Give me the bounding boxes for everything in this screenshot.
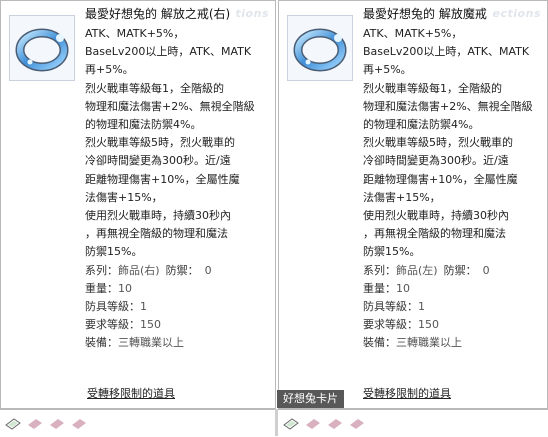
stat-value: 0 xyxy=(204,263,212,277)
stat-required-level: 要求等級：150 xyxy=(363,316,541,334)
description-line: 再+5%。 xyxy=(85,63,134,77)
description-line: 使用烈火戰車時，持續30秒內 xyxy=(85,209,231,223)
description-line: ATK、MATK+5%， xyxy=(363,27,463,40)
stat-label: 防禦： xyxy=(165,263,199,277)
card-slot-empty[interactable] xyxy=(348,414,366,432)
description-line: 距離物理傷害+10%，全屬性魔 xyxy=(85,172,240,186)
stat-weight: 重量：10 xyxy=(363,280,541,298)
stat-value: 10 xyxy=(396,281,410,295)
stat-value: 1 xyxy=(140,300,147,314)
divider xyxy=(275,409,278,436)
ring-image xyxy=(9,15,75,81)
description-line: 法傷害+15%， xyxy=(85,190,163,204)
description-line: BaseLv200以上時，ATK、MATK xyxy=(85,45,252,59)
item-description: ATK、MATK+5%， BaseLv200以上時，ATK、MATK 再+5%。… xyxy=(363,25,541,349)
description-line: 物理和魔法傷害+2%、無視全階級 xyxy=(85,99,255,113)
transfer-restriction-link[interactable]: 受轉移限制的道具 xyxy=(87,387,175,401)
stat-label: 防具等級： xyxy=(363,300,418,314)
stat-label: 防具等級： xyxy=(85,300,140,314)
description-line: 烈火戰車等級5時，烈火戰車的 xyxy=(363,136,513,150)
stat-value: 飾品(右) xyxy=(118,263,160,277)
stat-equip: 裝備：三轉職業以上 xyxy=(363,334,541,352)
description-line: BaseLv200以上時，ATK、MATK xyxy=(363,45,530,59)
stat-equip: 裝備：三轉職業以上 xyxy=(85,334,269,352)
card-slot-empty[interactable] xyxy=(326,414,344,432)
description-line: 物理和魔法傷害+2%、無視全階級 xyxy=(363,99,533,113)
item-card-right: 最愛好想兔的 解放魔戒 ections ATK、MATK+5%， BaseLv2… xyxy=(278,0,548,409)
card-slot-empty[interactable] xyxy=(304,414,322,432)
description-line: 的物理和魔法防禦4%。 xyxy=(85,118,202,132)
item-title: 最愛好想兔的 解放魔戒 xyxy=(363,7,487,21)
stat-armor-level: 防具等級：1 xyxy=(363,298,541,316)
description-line: ATK、MATK+5%， xyxy=(85,27,185,40)
stat-armor-level: 防具等級：1 xyxy=(85,298,269,316)
stat-label: 裝備： xyxy=(85,336,118,350)
description-line: 冷卻時間變更為300秒。近/遠 xyxy=(363,154,509,168)
stat-series: 系列：飾品(右) 防禦： 0 xyxy=(85,262,269,280)
item-description: ATK、MATK+5%， BaseLv200以上時，ATK、MATK 再+5%。… xyxy=(85,25,269,349)
stat-required-level: 要求等級：150 xyxy=(85,316,269,334)
description-line: ，再無視全階級的物理和魔法 xyxy=(85,227,228,241)
card-slot-filled[interactable] xyxy=(282,414,300,432)
stat-label: 系列： xyxy=(363,263,396,277)
stat-label: 要求等級： xyxy=(363,318,418,332)
card-slot-empty[interactable] xyxy=(70,414,88,432)
card-slot-bar xyxy=(0,409,548,437)
stat-value: 0 xyxy=(482,263,490,277)
stat-label: 要求等級： xyxy=(85,318,140,332)
description-line: 烈火戰車等級每1，全階級的 xyxy=(363,81,502,95)
transfer-restriction-link[interactable]: 受轉移限制的道具 xyxy=(363,387,451,401)
stat-label: 防禦： xyxy=(443,263,477,277)
stat-value: 150 xyxy=(140,318,161,332)
description-line: 法傷害+15%， xyxy=(363,190,441,204)
description-line: 的物理和魔法防禦4%。 xyxy=(363,118,480,132)
card-slot-filled[interactable] xyxy=(4,414,22,432)
description-line: 防禦15%。 xyxy=(85,245,143,259)
stat-label: 重量： xyxy=(363,281,396,295)
description-line: 使用烈火戰車時，持續30秒內 xyxy=(363,209,509,223)
stat-value: 三轉職業以上 xyxy=(118,336,184,350)
description-line: 烈火戰車等級5時，烈火戰車的 xyxy=(85,136,235,150)
card-slot-empty[interactable] xyxy=(48,414,66,432)
item-title: 最愛好想兔的 解放之戒(右) xyxy=(85,7,231,21)
stat-value: 飾品(左) xyxy=(396,263,438,277)
description-line: 距離物理傷害+10%，全屬性魔 xyxy=(363,172,518,186)
item-card-left: 最愛好想兔的 解放之戒(右) tions ATK、MATK+5%， BaseLv… xyxy=(0,0,276,409)
stat-series: 系列：飾品(左) 防禦： 0 xyxy=(363,262,541,280)
stat-label: 裝備： xyxy=(363,336,396,350)
ring-image xyxy=(287,15,353,81)
stat-weight: 重量：10 xyxy=(85,280,269,298)
stat-label: 重量： xyxy=(85,281,118,295)
description-line: 再+5%。 xyxy=(363,63,412,77)
stat-value: 150 xyxy=(418,318,439,332)
stat-value: 三轉職業以上 xyxy=(396,336,462,350)
card-tooltip: 好想兔卡片 xyxy=(277,390,344,408)
description-line: ，再無視全階級的物理和魔法 xyxy=(363,227,506,241)
description-line: 防禦15%。 xyxy=(363,245,421,259)
card-slot-empty[interactable] xyxy=(26,414,44,432)
stat-label: 系列： xyxy=(85,263,118,277)
description-line: 烈火戰車等級每1，全階級的 xyxy=(85,81,224,95)
stat-value: 10 xyxy=(118,281,132,295)
stat-value: 1 xyxy=(418,300,425,314)
description-line: 冷卻時間變更為300秒。近/遠 xyxy=(85,154,231,168)
